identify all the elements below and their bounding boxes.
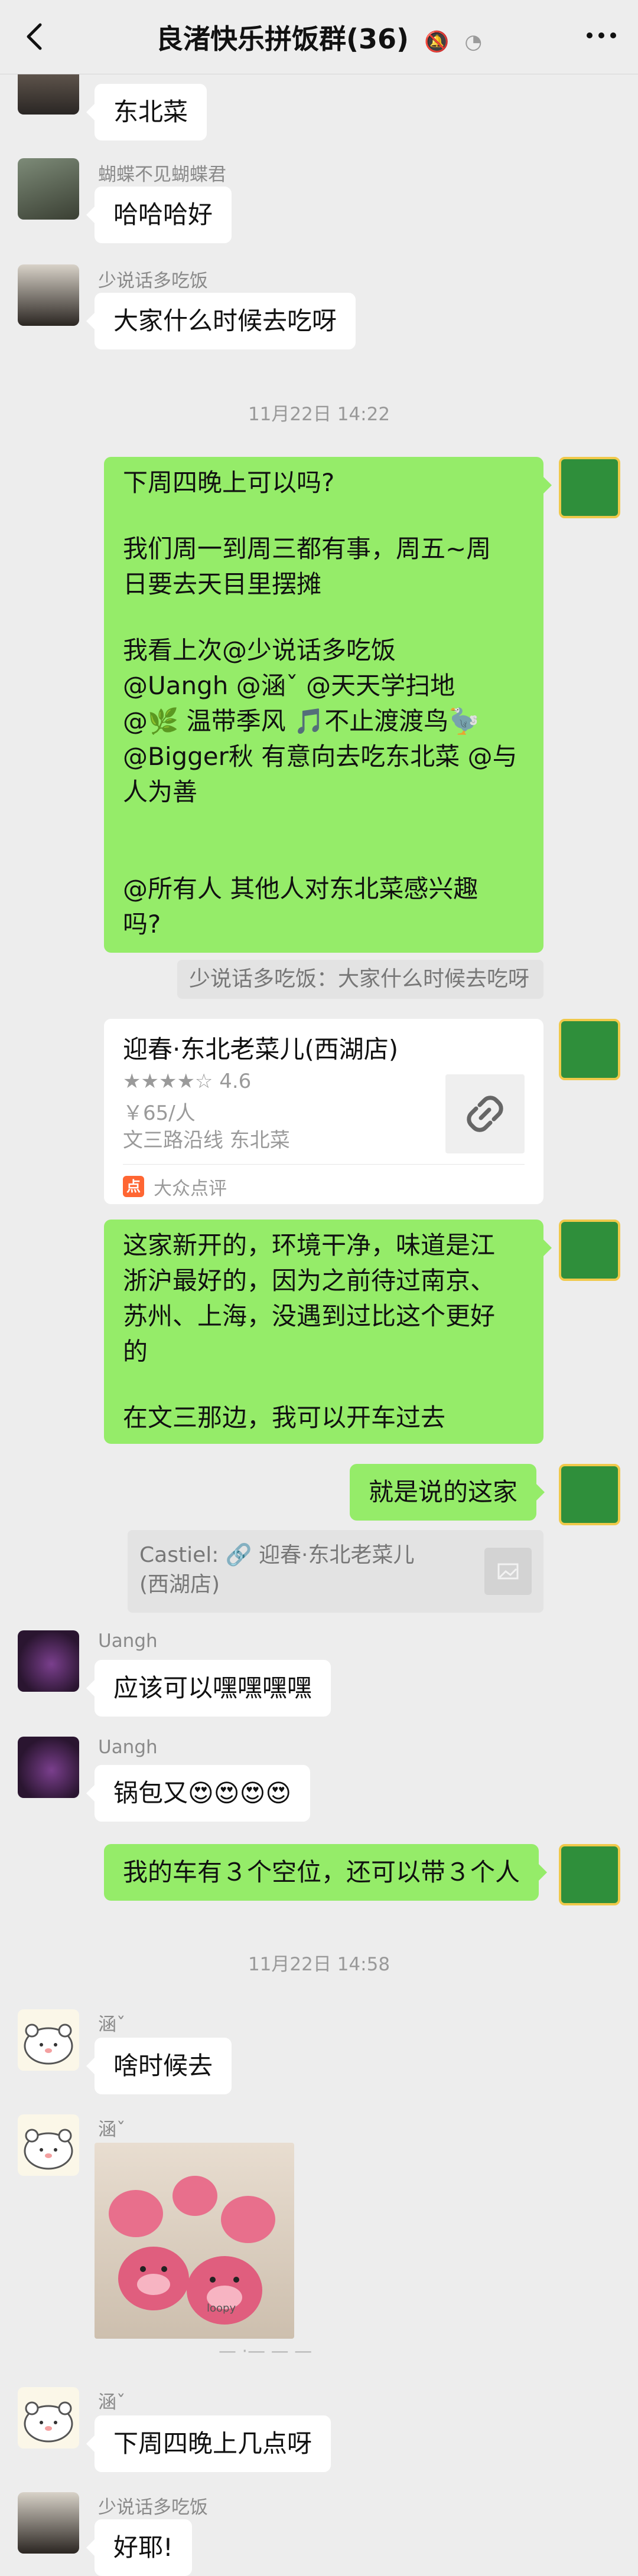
message-bubble[interactable]: 东北菜	[86, 84, 207, 140]
message-bubble[interactable]: 下周四晚上几点呀	[86, 2415, 331, 2472]
sender-name: Uangh	[98, 1737, 158, 1758]
message-bubble[interactable]: 下周四晚上可以吗? 我们周一到周三都有事，周五~周 日要去天目里摆摊 我看上次@…	[104, 457, 552, 953]
message-line: @Uangh @涵ˇ @天天学扫地	[123, 671, 455, 700]
message-line: 日要去天目里摆摊	[123, 570, 322, 599]
sender-name: 蝴蝶不见蝴蝶君	[98, 164, 226, 185]
message-text: 啥时候去	[113, 2051, 213, 2080]
bear-icon	[24, 2129, 73, 2170]
more-dots-icon[interactable]	[582, 22, 620, 48]
quoted-text: 少说话多吃饭：大家什么时候去吃呀	[189, 967, 530, 991]
message-line: 这家新开的，环境干净，味道是江	[123, 1231, 496, 1260]
ear-icon: ◔	[464, 30, 483, 54]
link-card[interactable]: 迎春·东北老菜儿(西湖店) ★★★★☆ 4.6 ￥65/人 文三路沿线 东北菜 …	[104, 1019, 543, 1204]
message-line: @🌿 温带季风 🎵不止渡渡鸟🦤	[123, 707, 480, 735]
avatar[interactable]	[18, 2387, 79, 2448]
sender-name: 少说话多吃饭	[98, 270, 208, 292]
avatar[interactable]	[559, 457, 620, 518]
message-line: 的	[123, 1337, 148, 1366]
avatar[interactable]	[18, 264, 79, 326]
bear-icon	[24, 2023, 73, 2065]
message-line: 人为善	[123, 777, 198, 806]
message-line: 苏州、上海，没遇到过比这个更好	[123, 1302, 496, 1331]
avatar[interactable]	[559, 1464, 620, 1525]
avatar[interactable]	[559, 1019, 620, 1080]
avatar[interactable]	[18, 2009, 79, 2071]
message-line: 我看上次@少说话多吃饭	[123, 636, 396, 665]
avatar[interactable]	[559, 1844, 620, 1905]
message-bubble[interactable]: 啥时候去	[86, 2038, 232, 2094]
chevron-left-icon[interactable]	[18, 19, 53, 54]
message-line	[123, 602, 525, 633]
sender-name: Uangh	[98, 1630, 158, 1652]
message-bubble[interactable]: 这家新开的，环境干净，味道是江 浙沪最好的，因为之前待过南京、 苏州、上海，没遇…	[104, 1220, 552, 1444]
card-rating: ★★★★☆ 4.6	[123, 1070, 252, 1093]
avatar[interactable]	[18, 2492, 79, 2554]
message-bubble[interactable]: 应该可以嘿嘿嘿嘿	[86, 1660, 331, 1717]
message-line: @Bigger秋 有意向去吃东北菜 @与	[123, 742, 517, 771]
timestamp: 11月22日 14:58	[248, 1954, 390, 1975]
image-icon	[484, 1548, 532, 1595]
message-text: 大家什么时候去吃呀	[113, 306, 337, 335]
message-bubble[interactable]: 锅包又😍😍😍😍	[86, 1765, 311, 1822]
message-text: 下周四晚上几点呀	[113, 2429, 313, 2458]
sender-name: 少说话多吃饭	[98, 2497, 208, 2518]
avatar[interactable]	[18, 1630, 79, 1692]
message-line: 在文三那边，我可以开车过去	[123, 1403, 446, 1432]
message-bubble[interactable]: 好耶!	[86, 2519, 192, 2576]
timestamp: 11月22日 14:22	[248, 404, 390, 425]
message-bubble[interactable]: 就是说的这家	[350, 1464, 545, 1521]
card-divider	[123, 1164, 525, 1165]
link-icon	[445, 1074, 525, 1153]
sender-name: 涵ˇ	[98, 2392, 126, 2413]
message-line	[123, 1369, 525, 1400]
message-line	[123, 501, 525, 531]
message-line: 浙沪最好的，因为之前待过南京、	[123, 1266, 496, 1295]
quoted-message[interactable]: 少说话多吃饭：大家什么时候去吃呀	[177, 960, 543, 999]
message-line: 下周四晚上可以吗?	[123, 468, 335, 497]
message-bubble[interactable]: 哈哈哈好	[86, 187, 232, 243]
card-title: 迎春·东北老菜儿(西湖店)	[123, 1035, 399, 1064]
message-line: 吗?	[123, 910, 161, 939]
sticker-image[interactable]: loopy	[95, 2143, 294, 2339]
quoted-text: Castiel: 🔗 迎春·东北老菜儿(西湖店)	[139, 1543, 415, 1597]
message-text: 我的车有３个空位，还可以带３个人	[123, 1858, 520, 1887]
chat-title: 良渚快乐拼饭群(36) 🔕 ◔	[118, 18, 520, 57]
message-line	[123, 841, 525, 871]
chat-header: 良渚快乐拼饭群(36) 🔕 ◔	[0, 0, 638, 74]
card-address: 文三路沿线 东北菜	[123, 1129, 290, 1152]
faded-text: — ·— — —	[219, 2341, 313, 2362]
bear-icon	[24, 2401, 73, 2443]
message-line	[123, 810, 525, 841]
sender-name: 涵ˇ	[98, 2119, 126, 2140]
avatar[interactable]	[18, 1737, 79, 1798]
message-text: 东北菜	[113, 97, 188, 126]
message-line: @所有人 其他人对东北菜感兴趣	[123, 874, 479, 903]
loopy-sticker	[109, 2176, 275, 2325]
dianping-icon: 点	[123, 1176, 144, 1197]
bell-off-icon: 🔕	[424, 30, 450, 54]
avatar[interactable]	[559, 1220, 620, 1281]
message-text: 就是说的这家	[369, 1477, 518, 1506]
sender-name: 涵ˇ	[98, 2014, 126, 2035]
avatar[interactable]	[18, 2114, 79, 2176]
message-line: 我们周一到周三都有事，周五~周	[123, 534, 491, 563]
sticker-caption: loopy	[207, 2302, 236, 2315]
quoted-message[interactable]: Castiel: 🔗 迎春·东北老菜儿(西湖店)	[128, 1530, 543, 1613]
chat-title-text: 良渚快乐拼饭群(36)	[155, 23, 409, 55]
message-text: 应该可以嘿嘿嘿嘿	[113, 1673, 313, 1702]
avatar[interactable]	[18, 158, 79, 220]
message-text: 哈哈哈好	[113, 200, 213, 229]
card-source: 大众点评	[154, 1178, 227, 1199]
message-text: 锅包又😍😍😍😍	[113, 1779, 292, 1807]
card-price: ￥65/人	[123, 1101, 196, 1125]
message-text: 好耶!	[113, 2533, 173, 2562]
message-bubble[interactable]: 大家什么时候去吃呀	[86, 293, 356, 349]
message-bubble[interactable]: 我的车有３个空位，还可以带３个人	[104, 1844, 548, 1901]
